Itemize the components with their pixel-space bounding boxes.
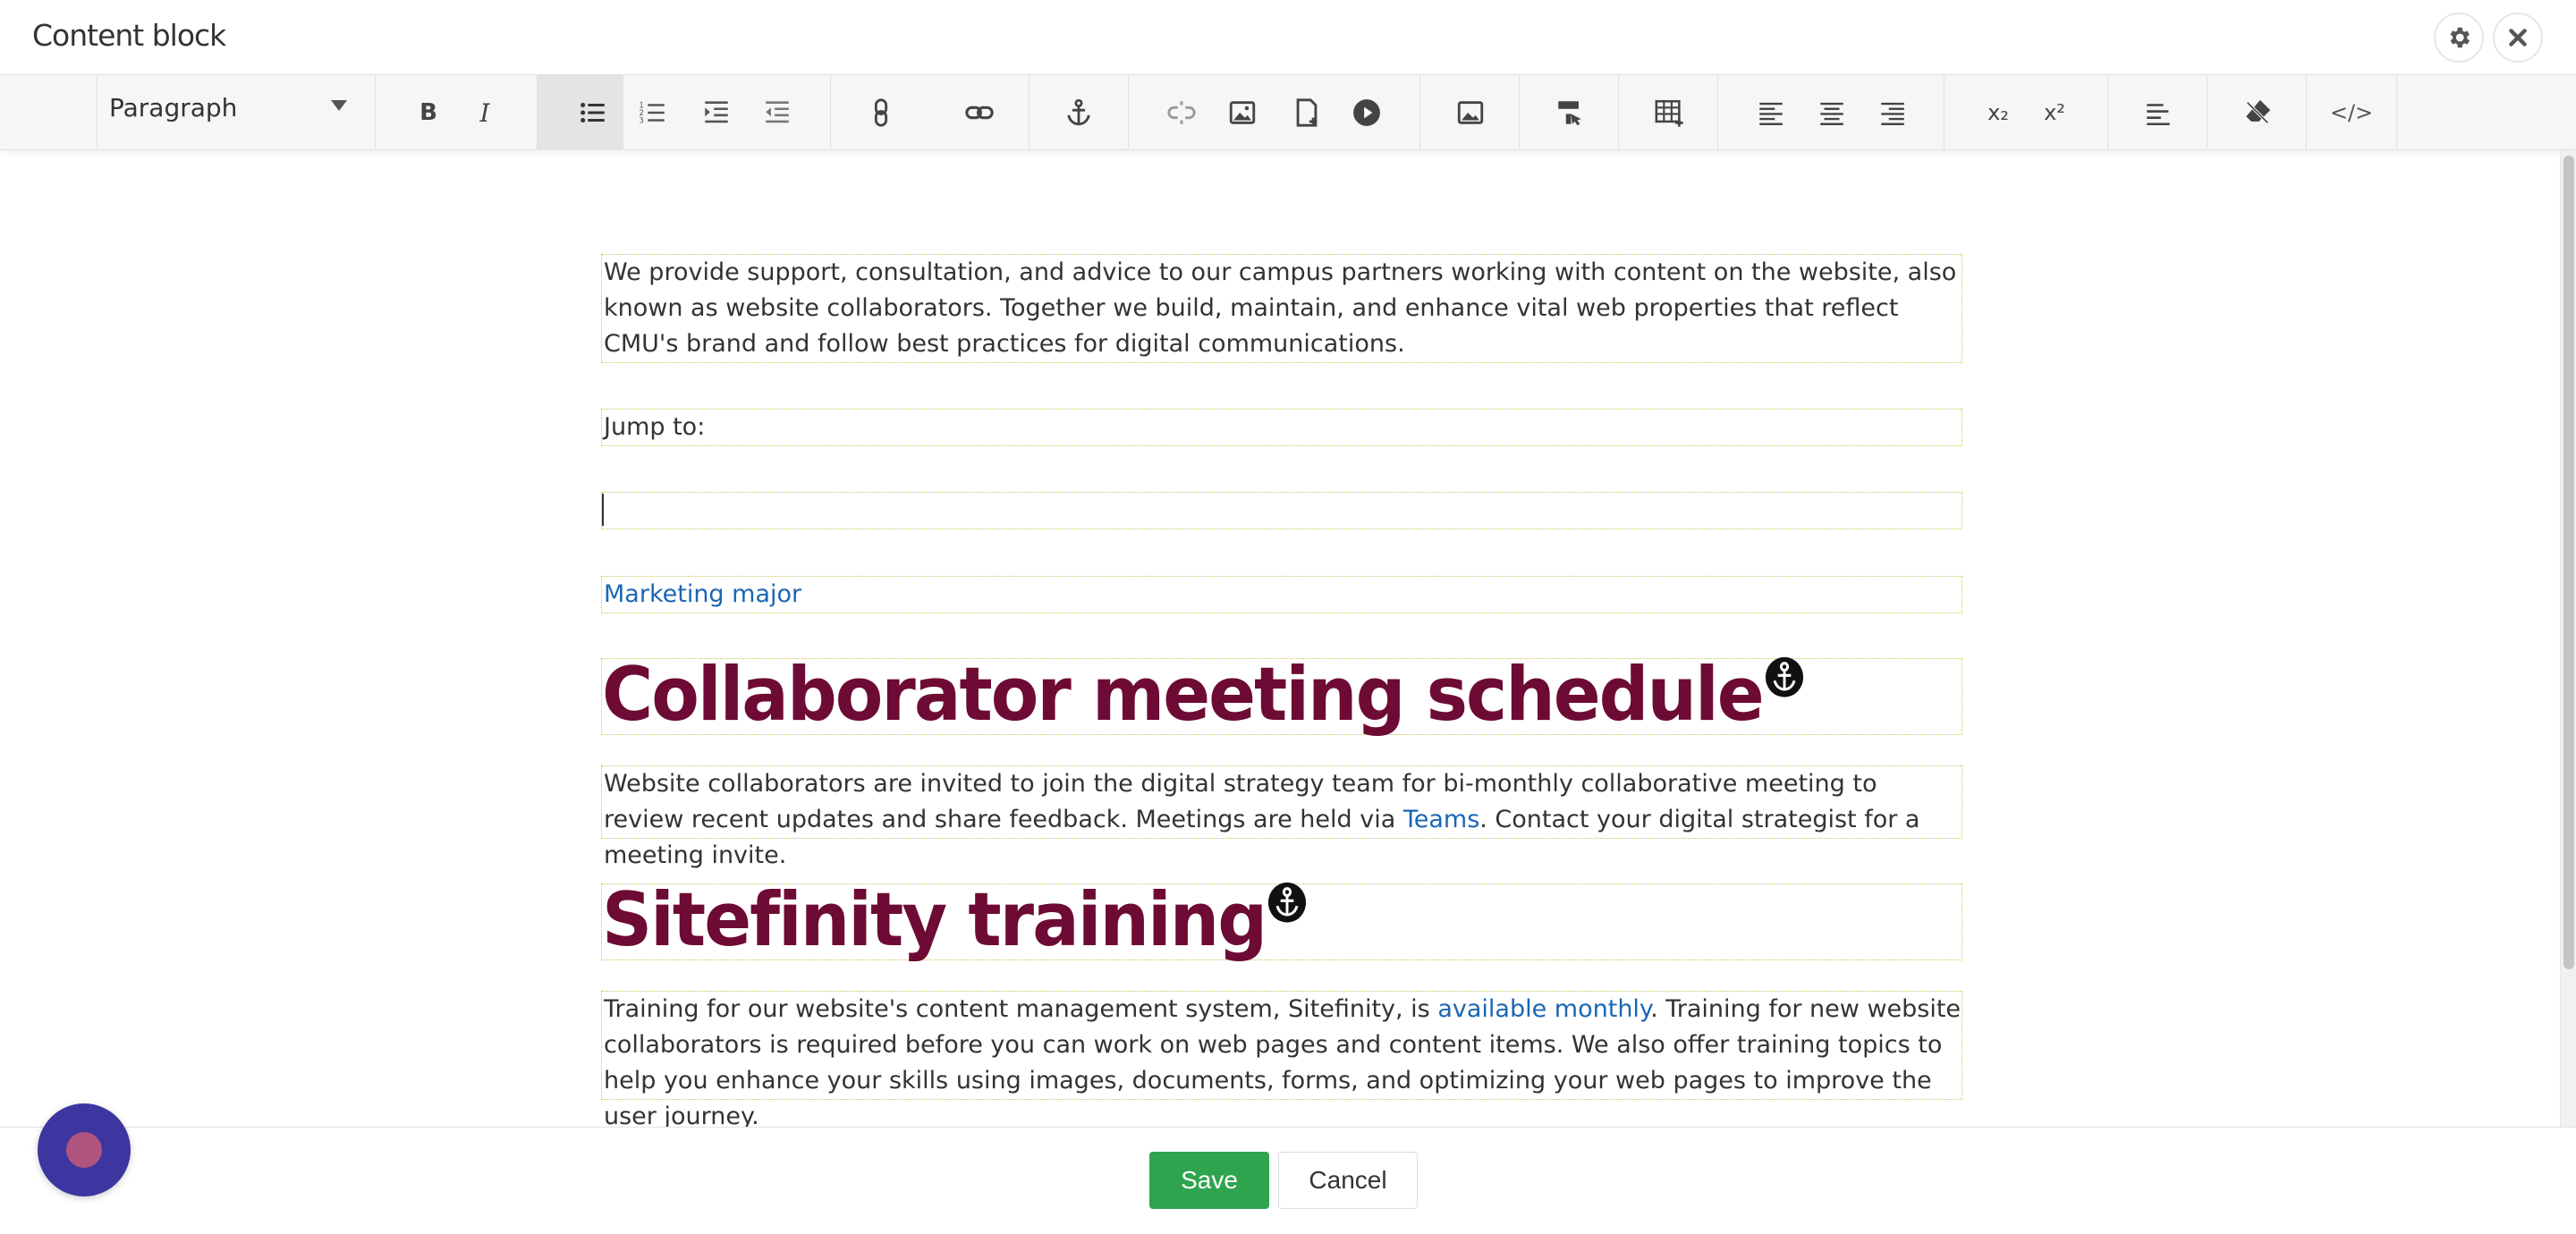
- html-view-button[interactable]: </>: [2326, 88, 2377, 138]
- toolbar-group-text: [376, 75, 538, 150]
- available-monthly-link[interactable]: available monthly: [1437, 995, 1650, 1023]
- heading1-block[interactable]: Collaborator meeting schedule: [601, 655, 1962, 736]
- superscript-button[interactable]: x²: [2029, 88, 2080, 138]
- insert-table-button[interactable]: [1644, 88, 1694, 138]
- meeting-paragraph-block[interactable]: Website collaborators are invited to joi…: [601, 765, 1962, 869]
- align-center-icon: [1820, 102, 1843, 125]
- eraser-icon: [2246, 99, 2271, 124]
- document-icon: [1296, 98, 1318, 127]
- unlink-button[interactable]: [1157, 88, 1207, 138]
- svg-text:3: 3: [639, 116, 643, 125]
- heading-sitefinity-training: Sitefinity training: [602, 880, 1962, 961]
- play-icon: [1353, 99, 1380, 126]
- align-left-button[interactable]: [1746, 88, 1796, 138]
- chat-launcher-button[interactable]: [38, 1103, 131, 1196]
- heading2-text: Sitefinity training: [602, 877, 1267, 964]
- subscript-button[interactable]: x₂: [1973, 88, 2023, 138]
- insert-image-button[interactable]: [1217, 88, 1267, 138]
- toolbar-group-script: [1945, 75, 2108, 150]
- outdent-icon: [766, 101, 789, 123]
- intro-paragraph-block[interactable]: We provide support, consultation, and ad…: [601, 254, 1962, 363]
- format-select[interactable]: Paragraph: [109, 93, 237, 123]
- dialog-header: Content block: [0, 0, 2576, 75]
- teams-link[interactable]: Teams: [1403, 806, 1479, 833]
- anchor-button[interactable]: [1054, 88, 1104, 138]
- code-icon: </>: [2329, 100, 2374, 125]
- image-icon: [1457, 101, 1484, 124]
- training-text-1: Training for our website's content manag…: [604, 995, 1438, 1023]
- marketing-link-block[interactable]: Marketing major: [601, 576, 1962, 613]
- gear-icon: [2450, 27, 2470, 48]
- align-right-icon: [1881, 102, 1904, 125]
- insert-document-button[interactable]: [1282, 88, 1332, 138]
- anchor-icon[interactable]: [1267, 882, 1307, 924]
- paragraph-align-icon: [2147, 104, 2170, 126]
- align-center-button[interactable]: [1807, 88, 1857, 138]
- settings-button[interactable]: [2434, 13, 2484, 63]
- jump-to-block[interactable]: Jump to:: [601, 409, 1962, 446]
- indent-button[interactable]: [691, 88, 741, 138]
- anchor-icon: [1067, 98, 1090, 126]
- italic-icon: I: [479, 97, 490, 128]
- training-paragraph-block[interactable]: Training for our website's content manag…: [601, 991, 1962, 1130]
- link-icon: [965, 106, 994, 120]
- format-painter-icon: [1558, 101, 1581, 126]
- link-button[interactable]: [954, 88, 1004, 138]
- jump-to-label: Jump to:: [604, 413, 706, 441]
- align-left-icon: [1759, 102, 1783, 125]
- cancel-button[interactable]: Cancel: [1278, 1152, 1418, 1209]
- numbered-list-button[interactable]: 123: [628, 88, 678, 138]
- marketing-major-link[interactable]: Marketing major: [604, 580, 801, 608]
- heading2-block[interactable]: Sitefinity training: [601, 880, 1962, 961]
- intro-paragraph: We provide support, consultation, and ad…: [604, 258, 1957, 358]
- bold-button[interactable]: B: [403, 88, 453, 138]
- unlink-icon: [1167, 101, 1196, 124]
- image-icon: [1229, 101, 1256, 124]
- superscript-icon: x²: [2044, 100, 2065, 125]
- numbered-list-icon: 123: [639, 101, 665, 125]
- paragraph-link-button[interactable]: [856, 88, 906, 138]
- outdent-button[interactable]: [752, 88, 802, 138]
- bulleted-list-button[interactable]: [568, 88, 618, 138]
- chain-vertical-icon: [874, 98, 888, 127]
- meeting-paragraph: Website collaborators are invited to joi…: [602, 766, 1962, 874]
- dialog-title: Content block: [32, 18, 226, 53]
- subscript-icon: x₂: [1987, 100, 2009, 125]
- insert-video-button[interactable]: [1342, 88, 1392, 138]
- indent-icon: [705, 101, 728, 123]
- align-right-button[interactable]: [1868, 88, 1918, 138]
- bulleted-list-icon: [580, 102, 605, 123]
- vertical-scrollbar[interactable]: [2560, 150, 2576, 1127]
- table-icon: [1655, 99, 1683, 127]
- italic-button[interactable]: I: [460, 88, 510, 138]
- empty-paragraph-block[interactable]: [601, 492, 1962, 529]
- chat-icon: [66, 1132, 102, 1168]
- heading-collaborator-meeting: Collaborator meeting schedule: [602, 655, 1962, 736]
- close-button[interactable]: [2493, 13, 2543, 63]
- bold-icon: B: [419, 99, 437, 126]
- text-caret: [602, 494, 604, 526]
- clear-formatting-button[interactable]: [2233, 88, 2283, 138]
- paragraph-format-button[interactable]: [2133, 88, 2183, 138]
- format-painter-button[interactable]: [1545, 88, 1595, 138]
- close-icon: [2509, 29, 2527, 46]
- training-paragraph: Training for our website's content manag…: [602, 992, 1962, 1135]
- save-button[interactable]: Save: [1149, 1152, 1269, 1209]
- anchor-icon[interactable]: [1765, 656, 1804, 698]
- scrollbar-thumb[interactable]: [2563, 156, 2574, 969]
- image-properties-button[interactable]: [1445, 88, 1496, 138]
- heading1-text: Collaborator meeting schedule: [602, 652, 1765, 739]
- chevron-down-icon: [331, 100, 347, 111]
